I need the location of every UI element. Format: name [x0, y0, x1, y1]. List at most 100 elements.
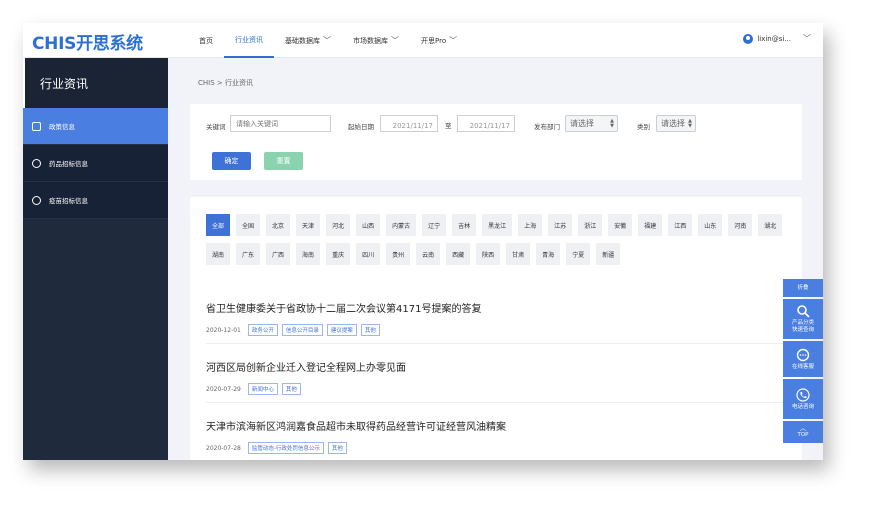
news-title[interactable]: 省卫生健康委关于省政协十二届二次会议第4171号提案的答复: [206, 300, 786, 315]
region-chip[interactable]: 全国: [236, 214, 261, 236]
select-arrows-icon: ▲ ▼: [688, 118, 692, 129]
news-tag[interactable]: 其他: [281, 383, 301, 395]
news-tag[interactable]: 其他: [327, 442, 347, 454]
news-meta: 2020-07-28 监管动态-行政处罚信息公示 其他: [206, 442, 786, 454]
region-chip[interactable]: 陕西: [476, 243, 501, 265]
user-avatar-icon: [743, 33, 754, 44]
nav-chis-pro[interactable]: 开思Pro ﹀: [410, 23, 468, 58]
product-search-button[interactable]: 产品分类快速查询: [783, 299, 823, 339]
region-chip[interactable]: 云南: [416, 243, 441, 265]
policy-icon: [32, 121, 41, 131]
news-date: 2020-07-29: [206, 385, 241, 393]
keyword-label: 关键词: [206, 123, 226, 131]
region-chip[interactable]: 山东: [698, 214, 723, 236]
region-chip[interactable]: 吉林: [452, 214, 477, 236]
news-tag[interactable]: 其他: [360, 324, 380, 336]
nav-home[interactable]: 首页: [188, 23, 224, 58]
sidebar-item-vaccine-tender[interactable]: 疫苗招标信息: [23, 182, 168, 219]
news-meta: 2020-12-01 政务公开 信息公开目录 建议提案 其他: [206, 324, 786, 336]
region-chip[interactable]: 北京: [266, 214, 291, 236]
float-panel: 折叠 产品分类快速查询 在线客服 电话咨询 ︿ TOP: [783, 279, 823, 445]
chevron-up-icon: ︿: [799, 424, 807, 432]
region-chip[interactable]: 天津: [296, 214, 321, 236]
region-chip[interactable]: 湖北: [758, 214, 783, 236]
region-chip[interactable]: 辽宁: [422, 214, 447, 236]
sidebar-title: 行业资讯: [23, 58, 168, 108]
confirm-button[interactable]: 确定: [212, 152, 251, 170]
category-select[interactable]: 请选择 ▲ ▼: [656, 115, 696, 132]
region-chip[interactable]: 河北: [326, 214, 351, 236]
phone-icon: [796, 387, 810, 402]
divider: [206, 402, 786, 403]
region-chip[interactable]: 上海: [518, 214, 543, 236]
region-chip[interactable]: 河南: [728, 214, 753, 236]
region-filter: 全部 全国 北京 天津 河北 山西 内蒙古 辽宁 吉林 黑龙江 上海 江苏 浙江 安徽 福建 江西 山东 河南 湖北…: [206, 214, 786, 265]
news-date: 2020-12-01: [206, 326, 241, 334]
news-date: 2020-07-28: [206, 444, 241, 452]
region-chip[interactable]: 山西: [356, 214, 381, 236]
region-chip[interactable]: 宁夏: [566, 243, 591, 265]
region-chip[interactable]: 甘肃: [506, 243, 531, 265]
main-nav: 首页 行业资讯 基础数据库 ﹀ 市场数据库 ﹀ 开思Pro ﹀: [188, 23, 468, 58]
to-label: 至: [445, 122, 452, 130]
news-item[interactable]: 省卫生健康委关于省政协十二届二次会议第4171号提案的答复 2020-12-01…: [206, 300, 786, 336]
start-date-input[interactable]: 2021/11/17: [380, 115, 438, 132]
chevron-down-icon: ﹀: [449, 35, 458, 45]
nav-market-database[interactable]: 市场数据库 ﹀: [342, 23, 410, 58]
start-date-label: 起始日期: [348, 123, 374, 131]
reset-button[interactable]: 重置: [264, 152, 303, 170]
region-chip[interactable]: 江苏: [548, 214, 573, 236]
vaccine-tender-icon: [32, 195, 41, 205]
nav-industry-news[interactable]: 行业资讯: [224, 23, 274, 58]
region-chip[interactable]: 黑龙江: [482, 214, 513, 236]
news-item[interactable]: 天津市滨海新区鸿润嘉食品超市未取得药品经营许可证经营风油精案 2020-07-2…: [206, 418, 786, 454]
news-item[interactable]: 河西区局创新企业迁入登记全程网上办零见面 2020-07-29 新闻中心 其他: [206, 359, 786, 395]
nav-basic-database[interactable]: 基础数据库 ﹀: [274, 23, 342, 58]
chat-icon: [796, 348, 810, 361]
news-tag[interactable]: 信息公开目录: [281, 324, 323, 336]
region-chip[interactable]: 湖南: [206, 243, 231, 265]
breadcrumb: CHIS > 行业资讯: [198, 79, 253, 87]
news-title[interactable]: 河西区局创新企业迁入登记全程网上办零见面: [206, 359, 786, 374]
region-chip[interactable]: 广西: [266, 243, 291, 265]
dept-label: 发布部门: [534, 123, 560, 131]
region-chip[interactable]: 内蒙古: [386, 214, 417, 236]
region-chip[interactable]: 西藏: [446, 243, 471, 265]
chevron-down-icon: ﹀: [323, 35, 331, 45]
logo[interactable]: CHIS开思系统: [32, 29, 143, 54]
divider: [206, 343, 786, 344]
news-tag[interactable]: 新闻中心: [247, 383, 278, 395]
sidebar-item-drug-tender[interactable]: 药品招标信息: [23, 145, 168, 182]
region-chip[interactable]: 江西: [668, 214, 693, 236]
user-menu[interactable]: lixin@si... ﹀: [743, 33, 811, 44]
region-chip[interactable]: 浙江: [578, 214, 603, 236]
top-bar: CHIS开思系统 首页 行业资讯 基础数据库 ﹀ 市场数据库 ﹀ 开思Pro ﹀ li…: [23, 23, 823, 58]
chevron-down-icon: ﹀: [803, 34, 811, 43]
region-chip[interactable]: 新疆: [596, 243, 621, 265]
back-to-top-button[interactable]: ︿ TOP: [783, 421, 823, 443]
region-chip[interactable]: 全部: [206, 214, 231, 236]
region-chip[interactable]: 贵州: [386, 243, 411, 265]
region-chip[interactable]: 重庆: [326, 243, 351, 265]
category-label: 类别: [637, 123, 650, 131]
news-tag[interactable]: 监管动态-行政处罚信息公示: [247, 442, 324, 454]
search-icon: [797, 305, 810, 318]
region-chip[interactable]: 海南: [296, 243, 321, 265]
end-date-input[interactable]: 2021/11/17: [457, 115, 515, 132]
region-chip[interactable]: 青海: [536, 243, 561, 265]
news-tag[interactable]: 政务公开: [247, 324, 278, 336]
online-chat-button[interactable]: 在线客服: [783, 341, 823, 377]
news-tag[interactable]: 建议提案: [326, 324, 357, 336]
dept-select[interactable]: 请选择 ▲ ▼: [565, 115, 618, 132]
chevron-down-icon: ﹀: [391, 35, 399, 45]
keyword-input[interactable]: [230, 115, 331, 132]
news-title[interactable]: 天津市滨海新区鸿润嘉食品超市未取得药品经营许可证经营风油精案: [206, 418, 786, 433]
region-chip[interactable]: 广东: [236, 243, 261, 265]
phone-consult-button[interactable]: 电话咨询: [783, 379, 823, 419]
region-chip[interactable]: 安徽: [608, 214, 633, 236]
collapse-button[interactable]: 折叠: [783, 279, 823, 297]
region-chip[interactable]: 福建: [638, 214, 663, 236]
app-window: CHIS开思系统 首页 行业资讯 基础数据库 ﹀ 市场数据库 ﹀ 开思Pro ﹀ li…: [23, 23, 823, 460]
sidebar-item-policy[interactable]: 政策信息: [23, 108, 168, 145]
region-chip[interactable]: 四川: [356, 243, 381, 265]
